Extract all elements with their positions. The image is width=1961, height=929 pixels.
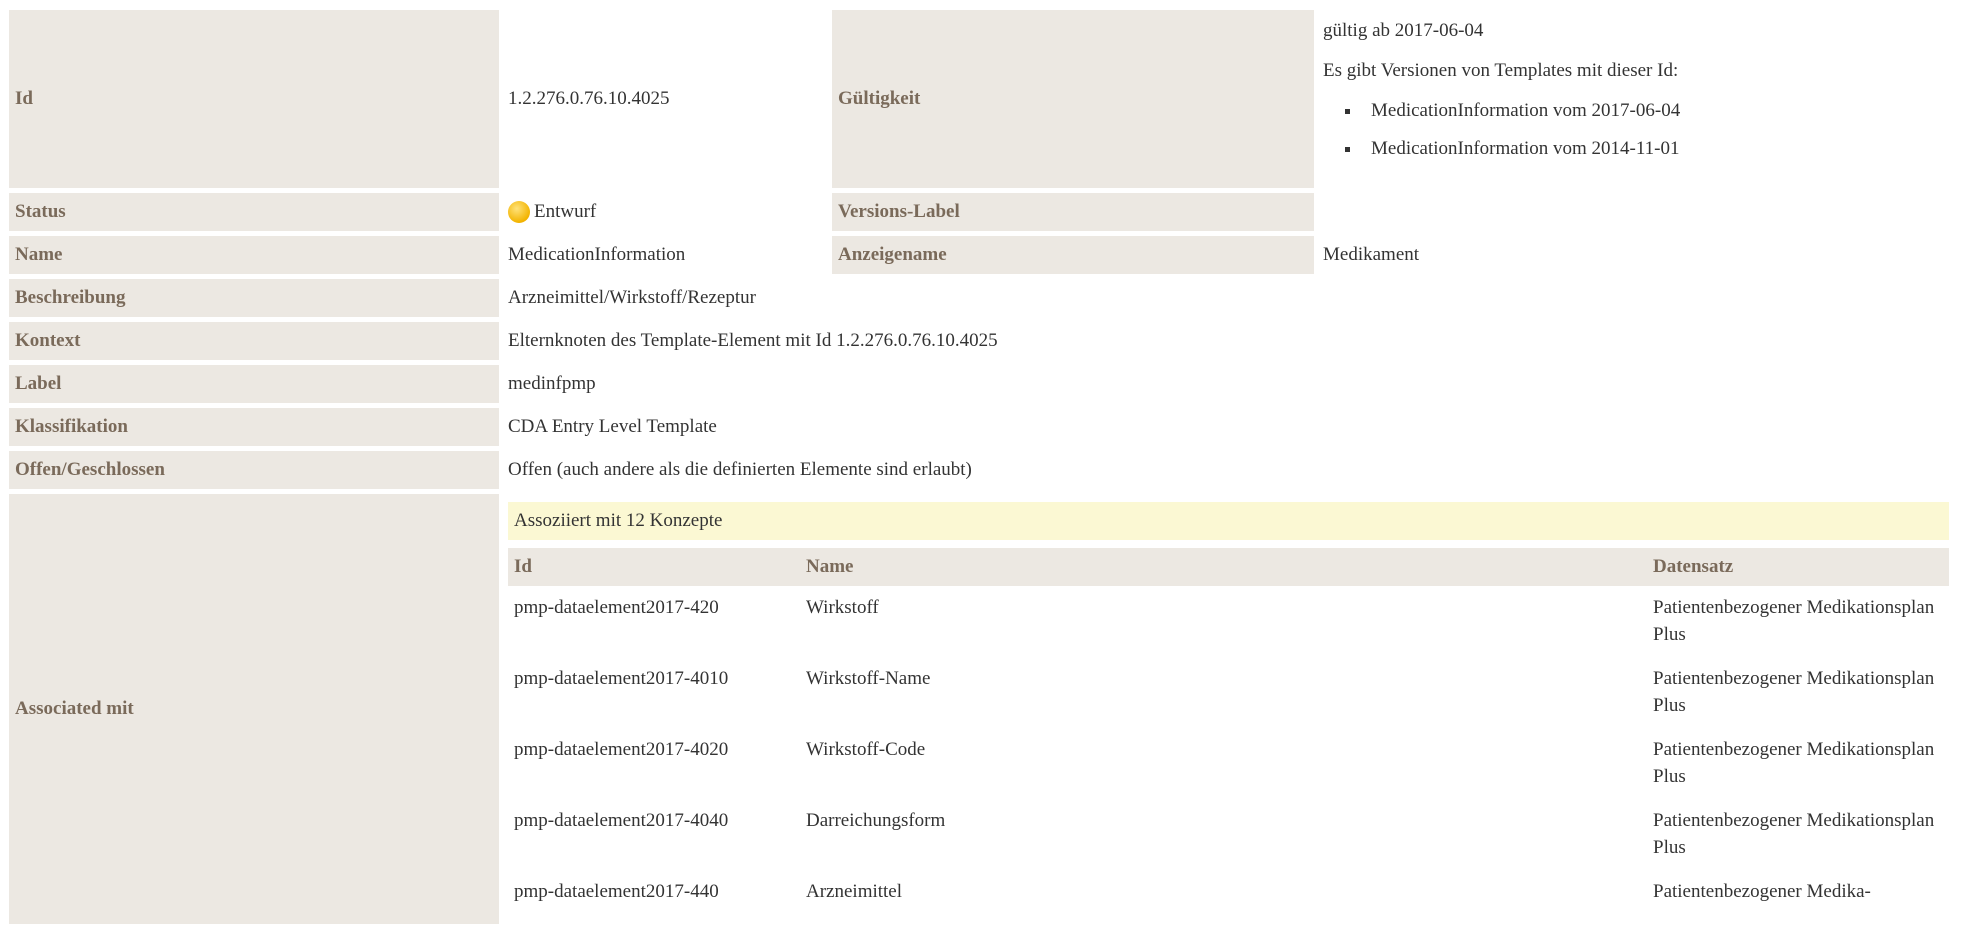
name-row: Name MedicationInformation Anzeigename M… [9, 236, 1955, 274]
table-row: pmp-dataelement2017-440 Arzneimittel Pat… [508, 870, 1949, 914]
template-metadata-table: Id 1.2.276.0.76.10.4025 Gültigkeit gülti… [6, 5, 1958, 929]
column-header-dataset: Datensatz [1647, 548, 1949, 586]
status-value: Entwurf [534, 200, 597, 222]
column-header-name: Name [800, 548, 1647, 586]
status-value-cell: Entwurf [502, 193, 829, 231]
concept-name: Wirkstoff [806, 597, 879, 618]
column-header-id: Id [508, 548, 800, 586]
table-row: pmp-dataelement2017-4020 Wirkstoff-Code … [508, 728, 1949, 799]
validity-value: gültig ab 2017-06-04 Es gibt Versionen v… [1317, 10, 1955, 188]
classification-label: Klassifikation [9, 408, 499, 446]
label-label: Label [9, 365, 499, 403]
display-name-value: Medikament [1323, 244, 1420, 265]
concept-dataset: Patientenbezogener Medikationsplan Plus [1653, 739, 1935, 787]
versions-list: MedicationInformation vom 2017-06-04 Med… [1323, 100, 1949, 160]
associated-label: Associated mit [9, 494, 499, 924]
concept-dataset: Patientenbezogener Medikationsplan Plus [1653, 597, 1935, 645]
table-row: pmp-dataelement2017-420 Wirkstoff Patien… [508, 586, 1949, 657]
open-closed-value: Offen (auch andere als die definierten E… [508, 459, 972, 480]
concept-id-link[interactable]: pmp-dataelement2017-4010 [508, 657, 800, 728]
version-label-value [1317, 193, 1955, 231]
concept-id-link[interactable]: pmp-dataelement2017-4040 [508, 799, 800, 870]
name-value: MedicationInformation [508, 244, 686, 265]
version-link[interactable]: MedicationInformation vom 2017-06-04 [1345, 100, 1949, 122]
classification-row: Klassifikation CDA Entry Level Template [9, 408, 1955, 446]
concept-name: Arzneimittel [806, 881, 903, 902]
context-label: Kontext [9, 322, 499, 360]
table-row: pmp-dataelement2017-4010 Wirkstoff-Name … [508, 657, 1949, 728]
status-draft-icon [508, 201, 530, 224]
description-label: Beschreibung [9, 279, 499, 317]
concept-name: Wirkstoff-Code [806, 739, 926, 760]
version-link[interactable]: MedicationInformation vom 2014-11-01 [1345, 138, 1949, 160]
context-value: Elternknoten des Template-Element mit Id… [508, 330, 998, 351]
versions-intro: Es gibt Versionen von Templates mit dies… [1323, 60, 1679, 81]
associated-banner: Assoziiert mit 12 Konzepte [508, 502, 1949, 540]
validity-from: gültig ab 2017-06-04 [1323, 20, 1484, 41]
id-value: 1.2.276.0.76.10.4025 [508, 88, 670, 109]
classification-value: CDA Entry Level Template [508, 416, 717, 437]
context-row: Kontext Elternknoten des Template-Elemen… [9, 322, 1955, 360]
status-label: Status [9, 193, 499, 231]
concept-id-link[interactable]: pmp-dataelement2017-420 [508, 586, 800, 657]
status-row: Status Entwurf Versions-Label [9, 193, 1955, 231]
concept-id-link[interactable]: pmp-dataelement2017-4020 [508, 728, 800, 799]
id-row: Id 1.2.276.0.76.10.4025 Gültigkeit gülti… [9, 10, 1955, 188]
concept-name: Darreichungsform [806, 810, 946, 831]
associated-concepts-cell: Assoziiert mit 12 Konzepte Id Name Daten… [502, 494, 1955, 924]
table-row: pmp-dataelement2017-4040 Darreichungsfor… [508, 799, 1949, 870]
open-closed-row: Offen/Geschlossen Offen (auch andere als… [9, 451, 1955, 489]
id-label: Id [9, 10, 499, 188]
template-detail-page: Id 1.2.276.0.76.10.4025 Gültigkeit gülti… [0, 0, 1961, 924]
validity-label: Gültigkeit [832, 10, 1314, 188]
concept-dataset: Patientenbezogener Medikationsplan Plus [1653, 810, 1935, 858]
table-header-row: Id Name Datensatz [508, 548, 1949, 586]
label-row: Label medinfpmp [9, 365, 1955, 403]
description-row: Beschreibung Arzneimittel/Wirkstoff/Reze… [9, 279, 1955, 317]
concept-dataset: Patientenbezogener Medika- [1653, 881, 1871, 902]
concept-dataset: Patientenbezogener Medikationsplan Plus [1653, 668, 1935, 716]
description-value: Arzneimittel/Wirkstoff/Rezeptur [508, 287, 756, 308]
label-value: medinfpmp [508, 373, 596, 394]
associated-row: Associated mit Assoziiert mit 12 Konzept… [9, 494, 1955, 924]
name-label: Name [9, 236, 499, 274]
concept-id-link[interactable]: pmp-dataelement2017-440 [508, 870, 800, 914]
display-name-label: Anzeigename [832, 236, 1314, 274]
concept-name: Wirkstoff-Name [806, 668, 931, 689]
version-label-label: Versions-Label [832, 193, 1314, 231]
associated-concepts-table: Id Name Datensatz pmp-dataelement2017-42… [508, 548, 1949, 914]
open-closed-label: Offen/Geschlossen [9, 451, 499, 489]
